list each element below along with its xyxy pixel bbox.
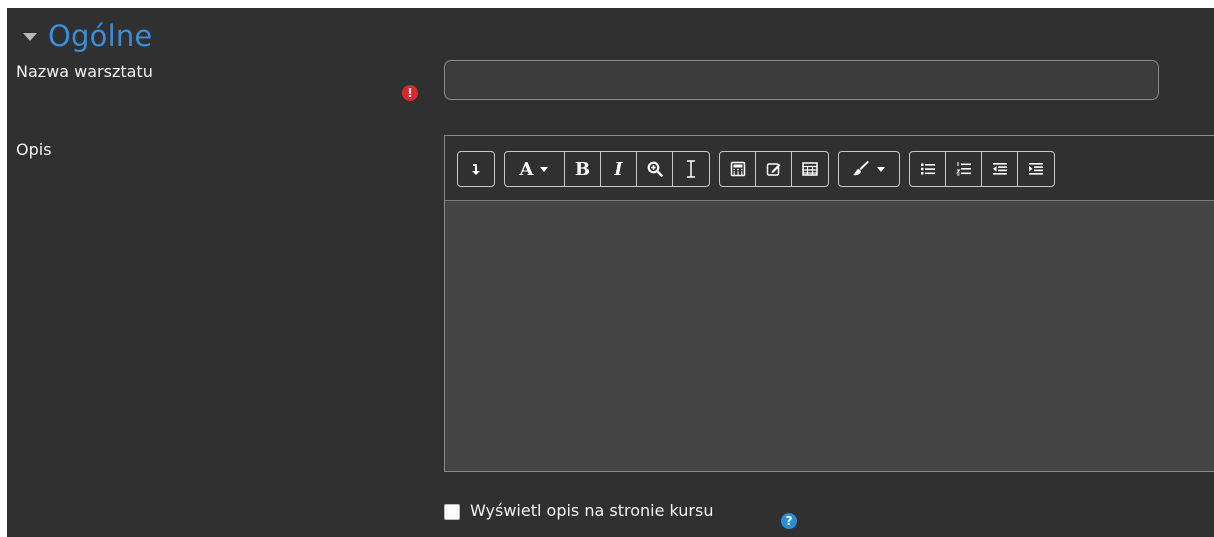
equation-editor-button[interactable] — [720, 152, 756, 186]
outdent-icon — [992, 163, 1007, 175]
outdent-button[interactable] — [982, 152, 1018, 186]
description-field-label: Opis — [16, 140, 52, 159]
indent-icon — [1029, 163, 1043, 175]
ordered-list-button[interactable] — [946, 152, 982, 186]
text-cursor-icon — [687, 160, 695, 178]
show-description-label[interactable]: Wyświetl opis na stronie kursu — [470, 501, 713, 520]
table-button[interactable] — [792, 152, 828, 186]
toolbar-group-lists — [909, 151, 1055, 187]
indent-button[interactable] — [1018, 152, 1054, 186]
edit-icon — [766, 163, 780, 176]
editor-toolbar: A B I — [457, 151, 1064, 187]
section-title: Ogólne — [48, 19, 153, 53]
brush-icon — [853, 161, 869, 176]
unordered-list-button[interactable] — [910, 152, 946, 186]
rich-text-editor: A B I — [444, 135, 1214, 472]
section-header[interactable]: Ogólne — [23, 18, 152, 54]
arrow-down-icon — [472, 164, 480, 175]
zoom-icon — [647, 161, 663, 177]
clear-formatting-button[interactable] — [673, 152, 709, 186]
toolbar-group-color — [838, 151, 900, 187]
font-style-button[interactable]: A — [505, 152, 565, 186]
unordered-list-icon — [920, 163, 935, 175]
text-color-button[interactable] — [839, 152, 899, 186]
show-description-checkbox[interactable] — [444, 504, 460, 520]
calculator-icon — [730, 161, 745, 177]
name-field-label: Nazwa warsztatu — [16, 62, 153, 81]
chevron-down-icon — [540, 167, 549, 172]
toolbar-group-toggle — [457, 151, 495, 187]
find-replace-button[interactable] — [637, 152, 673, 186]
table-icon — [802, 162, 818, 176]
collapse-toggle-button[interactable] — [458, 152, 494, 186]
toolbar-group-style: A B I — [504, 151, 710, 187]
bold-button[interactable]: B — [565, 152, 601, 186]
question-circle-icon[interactable]: ? — [781, 513, 797, 529]
edit-button[interactable] — [756, 152, 792, 186]
exclamation-circle-icon: ! — [402, 85, 418, 101]
chevron-down-icon — [877, 167, 885, 172]
italic-icon: I — [614, 158, 623, 180]
italic-button[interactable]: I — [601, 152, 637, 186]
caret-down-icon[interactable] — [23, 33, 37, 41]
show-description-row: Wyświetl opis na stronie kursu — [444, 500, 713, 520]
bold-icon: B — [574, 158, 591, 180]
editor-content-area[interactable] — [445, 200, 1214, 471]
ordered-list-icon — [955, 162, 971, 176]
font-icon: A — [519, 158, 534, 180]
toolbar-group-insert — [719, 151, 829, 187]
name-input[interactable] — [444, 60, 1159, 100]
